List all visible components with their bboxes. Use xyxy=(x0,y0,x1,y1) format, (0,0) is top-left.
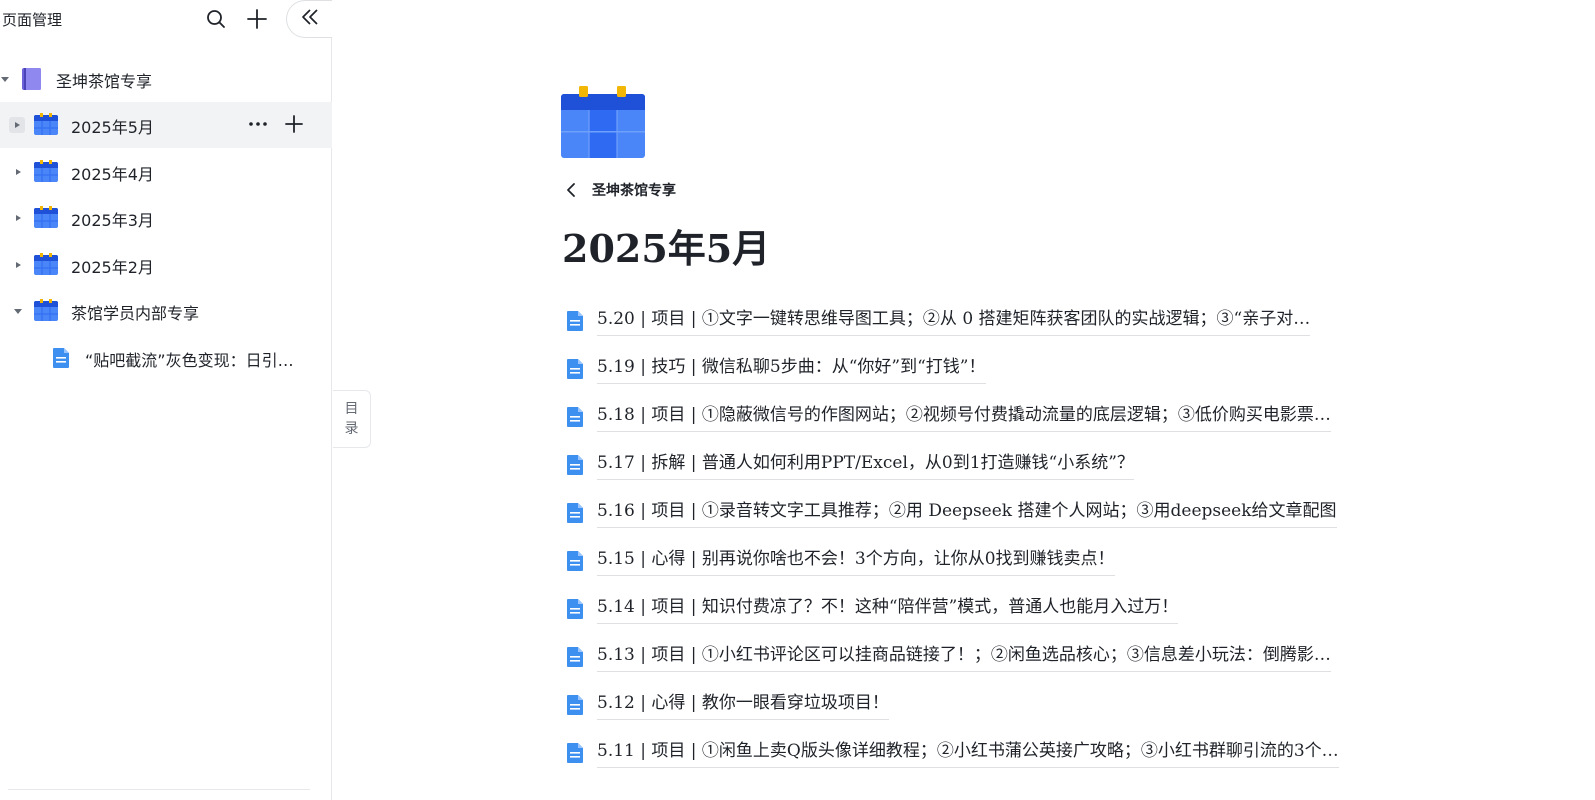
sidebar-title: 页面管理 xyxy=(2,11,63,29)
doc-link-text: 5.14 | 项目 | 知识付费凉了？不！这种“陪伴营”模式，普通人也能月入过万… xyxy=(597,594,1179,624)
collapse-sidebar-button[interactable] xyxy=(286,0,332,38)
doc-icon xyxy=(567,455,583,475)
caret-right-icon[interactable] xyxy=(11,211,25,225)
doc-icon xyxy=(567,695,583,715)
more-icon[interactable] xyxy=(246,112,270,136)
sidebar-child-label: “贴吧截流”灰色变现：日引… xyxy=(85,351,294,370)
page-title: 2025年5月 xyxy=(562,226,771,271)
doc-link-text: 5.17 | 拆解 | 普通人如何利用PPT/Excel，从0到1打造赚钱“小系… xyxy=(597,450,1134,480)
sidebar-item-2025-05[interactable]: 2025年5月 xyxy=(0,102,332,148)
calendar-icon xyxy=(33,112,59,140)
sidebar-divider xyxy=(8,789,310,790)
sidebar-item-label: 2025年4月 xyxy=(71,165,154,184)
breadcrumb-back[interactable]: 圣坤茶馆专享 xyxy=(564,178,676,202)
sidebar-item-2025-03[interactable]: 2025年3月 xyxy=(0,195,332,241)
chevron-left-icon xyxy=(564,182,580,198)
sidebar: 页面管理 圣坤茶馆专享 2025年5月 2025年4月 2025年3月 2025… xyxy=(0,0,332,800)
doc-link-text: 5.12 | 心得 | 教你一眼看穿垃圾项目！ xyxy=(597,690,889,720)
doc-link-text: 5.19 | 技巧 | 微信私聊5步曲：从“你好”到“打钱”！ xyxy=(597,354,986,384)
sidebar-item-members[interactable]: 茶馆学员内部专享 xyxy=(0,288,332,334)
doc-link-text: 5.13 | 项目 | ①小红书评论区可以挂商品链接了！；②闲鱼选品核心；③信息… xyxy=(597,642,1331,672)
sidebar-item-label: 茶馆学员内部专享 xyxy=(71,304,200,323)
caret-right-icon[interactable] xyxy=(11,258,25,272)
row-actions xyxy=(246,112,306,136)
tree-root-label: 圣坤茶馆专享 xyxy=(56,72,153,91)
sidebar-item-label: 2025年5月 xyxy=(71,118,154,137)
sidebar-header: 页面管理 xyxy=(0,0,332,38)
page-cover-calendar-icon xyxy=(560,86,646,160)
caret-down-icon[interactable] xyxy=(0,72,12,86)
doc-link-text: 5.20 | 项目 | ①文字一键转思维导图工具；②从 0 搭建矩阵获客团队的实… xyxy=(597,306,1311,336)
caret-right-icon[interactable] xyxy=(9,117,25,133)
doc-icon xyxy=(567,407,583,427)
main-content: 圣坤茶馆专享 2025年5月 5.20 | 项目 | ①文字一键转思维导图工具；… xyxy=(333,0,1595,800)
doc-link-item[interactable]: 5.16 | 项目 | ①录音转文字工具推荐；②用 Deepseek 搭建个人网… xyxy=(565,495,1337,531)
doc-icon xyxy=(567,551,583,571)
doc-icon xyxy=(567,359,583,379)
doc-link-item[interactable]: 5.11 | 项目 | ①闲鱼上卖Q版头像详细教程；②小红书蒲公英接广攻略；③小… xyxy=(565,735,1339,771)
doc-link-text: 5.18 | 项目 | ①隐蔽微信号的作图网站；②视频号付费撬动流量的底层逻辑；… xyxy=(597,402,1331,432)
doc-link-item[interactable]: 5.15 | 心得 | 别再说你啥也不会！3个方向，让你从0找到赚钱卖点！ xyxy=(565,543,1115,579)
calendar-icon xyxy=(33,159,59,187)
doc-link-text: 5.11 | 项目 | ①闲鱼上卖Q版头像详细教程；②小红书蒲公英接广攻略；③小… xyxy=(597,738,1339,768)
doc-link-text: 5.15 | 心得 | 别再说你啥也不会！3个方向，让你从0找到赚钱卖点！ xyxy=(597,546,1115,576)
doc-icon xyxy=(567,503,583,523)
caret-right-icon[interactable] xyxy=(11,165,25,179)
doc-link-item[interactable]: 5.19 | 技巧 | 微信私聊5步曲：从“你好”到“打钱”！ xyxy=(565,351,986,387)
tree-root-item[interactable]: 圣坤茶馆专享 xyxy=(0,56,332,102)
search-icon[interactable] xyxy=(203,6,229,32)
doc-link-item[interactable]: 5.20 | 项目 | ①文字一键转思维导图工具；②从 0 搭建矩阵获客团队的实… xyxy=(565,303,1311,339)
doc-link-item[interactable]: 5.13 | 项目 | ①小红书评论区可以挂商品链接了！；②闲鱼选品核心；③信息… xyxy=(565,639,1331,675)
doc-link-item[interactable]: 5.14 | 项目 | 知识付费凉了？不！这种“陪伴营”模式，普通人也能月入过万… xyxy=(565,591,1179,627)
plus-icon[interactable] xyxy=(282,112,306,136)
doc-icon xyxy=(567,647,583,667)
plus-icon[interactable] xyxy=(244,6,270,32)
caret-down-icon[interactable] xyxy=(11,304,25,318)
doc-link-item[interactable]: 5.12 | 心得 | 教你一眼看穿垃圾项目！ xyxy=(565,687,889,723)
sidebar-item-2025-04[interactable]: 2025年4月 xyxy=(0,149,332,195)
calendar-icon xyxy=(33,298,59,326)
calendar-icon xyxy=(33,252,59,280)
doc-link-item[interactable]: 5.18 | 项目 | ①隐蔽微信号的作图网站；②视频号付费撬动流量的底层逻辑；… xyxy=(565,399,1331,435)
sidebar-item-label: 2025年2月 xyxy=(71,258,154,277)
doc-icon xyxy=(52,347,70,373)
notebook-icon xyxy=(21,67,43,95)
doc-icon xyxy=(567,311,583,331)
doc-icon xyxy=(567,743,583,763)
breadcrumb-parent-label: 圣坤茶馆专享 xyxy=(592,183,676,199)
sidebar-item-2025-02[interactable]: 2025年2月 xyxy=(0,242,332,288)
doc-link-text: 5.16 | 项目 | ①录音转文字工具推荐；②用 Deepseek 搭建个人网… xyxy=(597,498,1337,528)
double-chevron-left-icon xyxy=(300,7,320,31)
doc-link-item[interactable]: 5.17 | 拆解 | 普通人如何利用PPT/Excel，从0到1打造赚钱“小系… xyxy=(565,447,1134,483)
sidebar-child-item[interactable]: “贴吧截流”灰色变现：日引… xyxy=(0,335,332,381)
calendar-icon xyxy=(33,205,59,233)
doc-icon xyxy=(567,599,583,619)
sidebar-item-label: 2025年3月 xyxy=(71,211,154,230)
